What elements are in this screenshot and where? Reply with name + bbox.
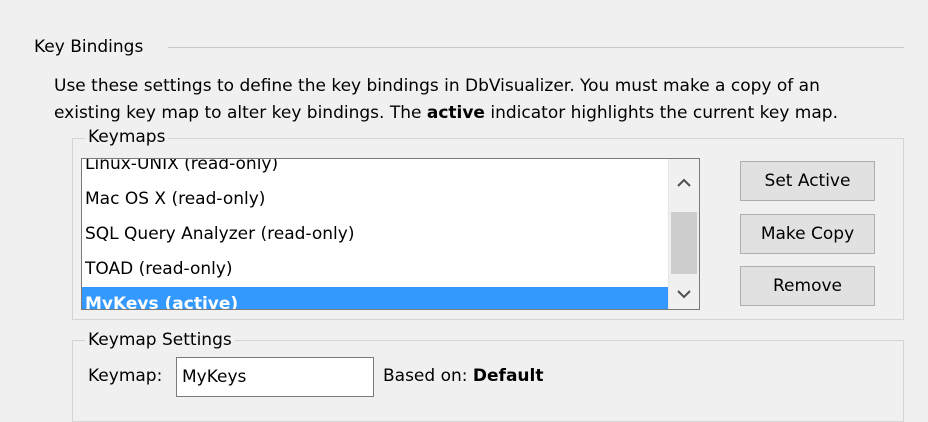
section-divider (168, 47, 904, 48)
description-text-end: indicator highlights the current key map… (484, 103, 838, 123)
chevron-down-icon (677, 290, 691, 299)
keymaps-group-title: Keymaps (85, 126, 169, 148)
scroll-thumb[interactable] (671, 212, 697, 274)
keymap-item-sql-query-analyzer[interactable]: SQL Query Analyzer (read-only) (82, 217, 668, 252)
keymap-item-mykeys[interactable]: MyKeys (active) (82, 287, 668, 309)
keymap-item-toad[interactable]: TOAD (read-only) (82, 252, 668, 287)
keymaps-list[interactable]: Linux-UNIX (read-only) Mac OS X (read-on… (81, 158, 700, 310)
key-bindings-title: Key Bindings (34, 37, 144, 57)
list-scrollbar[interactable] (668, 159, 699, 309)
scroll-down-button[interactable] (669, 279, 699, 309)
keymap-item-linux-unix[interactable]: Linux-UNIX (read-only) (82, 159, 668, 182)
keymap-settings-title: Keymap Settings (85, 329, 235, 351)
description-line-2: existing key map to alter key bindings. … (54, 101, 838, 125)
based-on-row: Based on: Default (383, 366, 543, 386)
remove-button[interactable]: Remove (740, 266, 875, 306)
chevron-up-icon (677, 178, 691, 187)
active-keyword: active (426, 103, 485, 123)
based-on-value: Default (472, 366, 544, 386)
keymap-name-field[interactable]: MyKeys (176, 357, 374, 397)
scroll-up-button[interactable] (669, 168, 699, 198)
description-text: existing key map to alter key bindings. … (54, 103, 427, 123)
based-on-label: Based on: (383, 366, 468, 386)
make-copy-button[interactable]: Make Copy (740, 214, 875, 254)
set-active-button[interactable]: Set Active (740, 161, 875, 201)
description-line-1: Use these settings to define the key bin… (54, 76, 820, 96)
keymap-item-mac-os-x[interactable]: Mac OS X (read-only) (82, 182, 668, 217)
keymap-label: Keymap: (88, 366, 163, 386)
